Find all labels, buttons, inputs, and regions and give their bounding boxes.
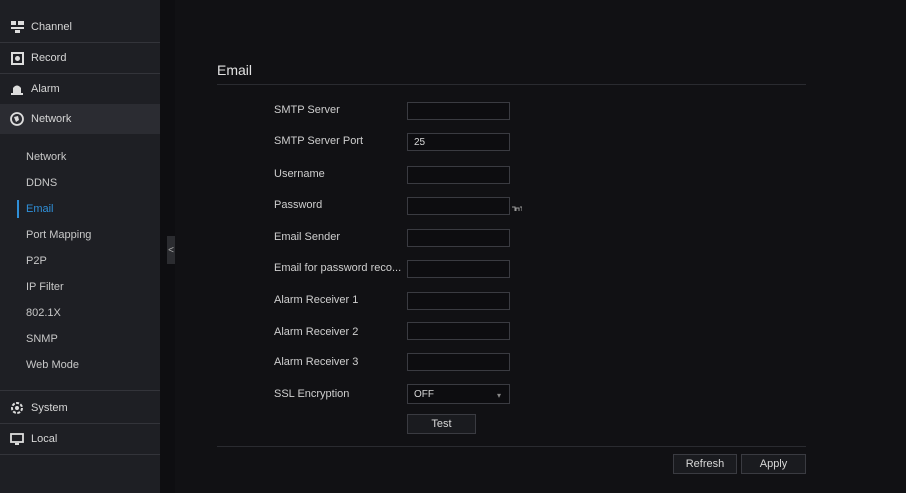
sidebar-item-ddns[interactable]: DDNS [0, 171, 160, 195]
sidebar-item-snmp[interactable]: SNMP [0, 327, 160, 351]
email-sender-label: Email Sender [274, 231, 341, 243]
menu-item-alarm[interactable]: Alarm [0, 74, 160, 104]
menu-item-record[interactable]: Record [0, 43, 160, 73]
menu-item-network[interactable]: Network [0, 104, 160, 134]
page-title: Email [217, 62, 253, 78]
menu-label-system: System [31, 402, 68, 414]
record-icon [10, 51, 24, 65]
sidebar: Channel Record Alarm Network Network DDN… [0, 0, 160, 493]
divider [0, 390, 160, 391]
alarm-icon [10, 82, 24, 96]
menu-item-channel[interactable]: Channel [0, 12, 160, 42]
title-divider [217, 84, 806, 85]
alarm-receiver-3-label: Alarm Receiver 3 [274, 356, 359, 368]
smtp-port-input[interactable] [407, 133, 510, 151]
apply-button[interactable]: Apply [741, 454, 806, 474]
footer-divider [217, 446, 806, 447]
collapse-sidebar-handle[interactable]: < [167, 236, 175, 264]
menu-label-local: Local [31, 433, 58, 445]
show-password-icon[interactable] [512, 206, 522, 212]
channel-icon [10, 20, 24, 34]
alarm-receiver-3-input[interactable] [407, 353, 510, 371]
divider [0, 454, 160, 455]
ssl-encryption-label: SSL Encryption [274, 388, 350, 400]
refresh-button[interactable]: Refresh [673, 454, 737, 474]
menu-label-alarm: Alarm [31, 83, 60, 95]
menu-item-local[interactable]: Local [0, 424, 160, 454]
alarm-receiver-2-label: Alarm Receiver 2 [274, 326, 359, 338]
chevron-down-icon: ▾ [496, 391, 501, 400]
password-label: Password [274, 199, 323, 211]
smtp-port-label: SMTP Server Port [274, 135, 364, 147]
alarm-receiver-2-input[interactable] [407, 322, 510, 340]
local-icon [10, 432, 24, 446]
username-input[interactable] [407, 166, 510, 184]
sidebar-item-network[interactable]: Network [0, 145, 160, 169]
network-icon [10, 112, 24, 126]
email-sender-input[interactable] [407, 229, 510, 247]
smtp-server-input[interactable] [407, 102, 510, 120]
menu-label-channel: Channel [31, 21, 72, 33]
main-panel [175, 0, 906, 493]
sidebar-item-ip-filter[interactable]: IP Filter [0, 275, 160, 299]
ssl-encryption-select[interactable]: OFF ▾ [407, 384, 510, 404]
smtp-server-label: SMTP Server [274, 104, 340, 116]
sidebar-item-p2p[interactable]: P2P [0, 249, 160, 273]
password-recovery-email-label: Email for password reco... [274, 262, 402, 274]
menu-label-record: Record [31, 52, 67, 64]
username-label: Username [274, 168, 325, 180]
test-button[interactable]: Test [407, 414, 476, 434]
sidebar-item-email[interactable]: Email [0, 197, 160, 221]
alarm-receiver-1-label: Alarm Receiver 1 [274, 294, 359, 306]
gear-icon [10, 401, 24, 415]
alarm-receiver-1-input[interactable] [407, 292, 510, 310]
sidebar-item-web-mode[interactable]: Web Mode [0, 353, 160, 377]
ssl-encryption-value: OFF [414, 388, 434, 400]
menu-label-network: Network [31, 113, 72, 125]
password-input[interactable] [407, 197, 510, 215]
sidebar-item-8021x[interactable]: 802.1X [0, 301, 160, 325]
menu-item-system[interactable]: System [0, 393, 160, 423]
password-recovery-email-input[interactable] [407, 260, 510, 278]
sidebar-item-port-mapping[interactable]: Port Mapping [0, 223, 160, 247]
